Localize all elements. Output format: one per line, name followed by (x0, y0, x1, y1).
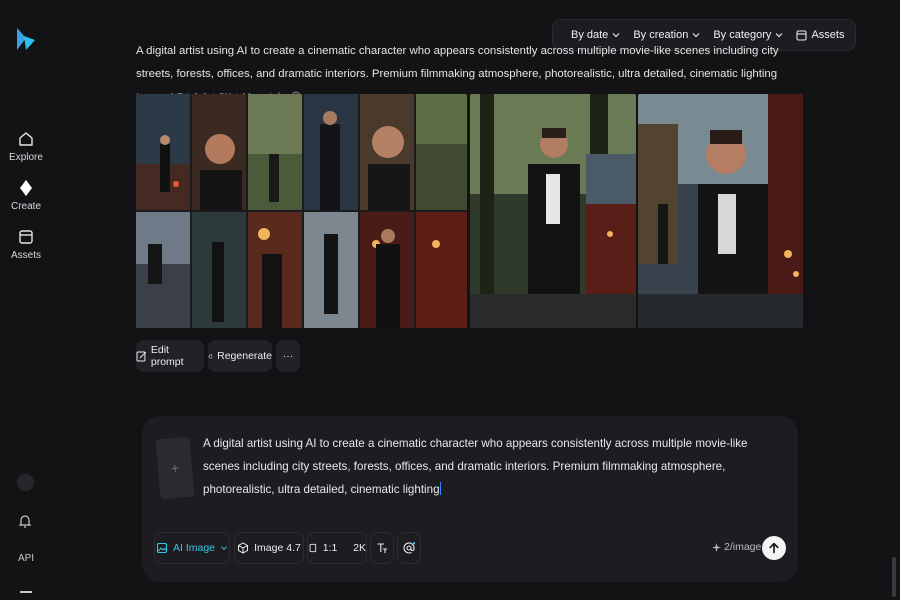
model-label: Image 4.7 (254, 542, 301, 554)
assets-label: Assets (811, 29, 845, 41)
diamond-icon (20, 180, 32, 196)
mention-button[interactable] (397, 532, 421, 564)
chevron-down-icon (612, 33, 620, 38)
at-sign-icon (403, 542, 415, 554)
arrow-up-icon (769, 542, 779, 554)
regenerate-button[interactable]: Regenerate (208, 340, 272, 372)
menu-icon[interactable] (20, 591, 32, 593)
cube-icon (238, 542, 249, 554)
city-scene-image (638, 94, 803, 328)
mode-label: AI Image (172, 542, 216, 554)
sparkle-icon (712, 542, 721, 552)
ratio-resolution-select[interactable]: 1:1 2K (307, 532, 367, 564)
avatar[interactable] (17, 474, 34, 491)
mode-select[interactable]: AI Image (154, 532, 230, 564)
generate-button[interactable] (762, 536, 786, 560)
generated-image-2[interactable] (470, 94, 636, 328)
forest-scene-image (470, 94, 636, 328)
chevron-down-icon (692, 33, 700, 38)
prompt-input[interactable]: A digital artist using AI to create a ci… (203, 432, 783, 501)
generated-image-1[interactable] (136, 94, 467, 328)
upload-reference-button[interactable]: + (155, 436, 195, 500)
resolution-label: 2K (353, 542, 366, 554)
folder-icon (796, 29, 807, 41)
aspect-ratio-icon (309, 543, 317, 553)
home-icon (19, 132, 33, 146)
model-select[interactable]: Image 4.7 (234, 532, 304, 564)
chevron-down-icon (776, 33, 783, 38)
more-icon: ··· (282, 350, 294, 362)
sidebar-item-create[interactable]: Create (0, 179, 52, 212)
api-link[interactable]: API (0, 553, 52, 564)
credit-cost: 2/image (712, 541, 761, 553)
folder-icon (19, 230, 33, 244)
text-format-icon (377, 543, 387, 553)
text-style-button[interactable] (370, 532, 394, 564)
more-options-button[interactable]: ··· (276, 340, 300, 372)
refresh-icon (208, 353, 213, 358)
sidebar-item-assets[interactable]: Assets (0, 228, 52, 261)
image-icon (156, 542, 168, 554)
text-caret (439, 482, 441, 495)
prompt-input-text: A digital artist using AI to create a ci… (203, 437, 748, 496)
regenerate-label: Regenerate (217, 350, 272, 362)
prompt-text: A digital artist using AI to create a ci… (136, 45, 779, 80)
credit-cost-label: 2/image (724, 541, 762, 553)
edit-prompt-label: Edit prompt (150, 344, 184, 368)
ratio-label: 1:1 (322, 542, 338, 554)
sidebar-item-label: Create (10, 201, 41, 212)
sidebar-item-label: Assets (10, 250, 41, 261)
bell-icon[interactable] (17, 513, 33, 529)
sidebar-item-explore[interactable]: Explore (0, 130, 52, 163)
collage-image (136, 94, 467, 328)
sidebar-item-label: Explore (9, 152, 43, 163)
edit-prompt-button[interactable]: Edit prompt (136, 340, 204, 372)
edit-icon (136, 351, 147, 361)
scrollbar[interactable] (892, 557, 896, 597)
sidebar: Explore Create Assets API (0, 0, 52, 600)
generated-image-3[interactable] (638, 94, 803, 328)
chevron-down-icon (221, 546, 228, 550)
app-logo[interactable] (14, 26, 36, 52)
plus-icon: + (170, 459, 180, 477)
